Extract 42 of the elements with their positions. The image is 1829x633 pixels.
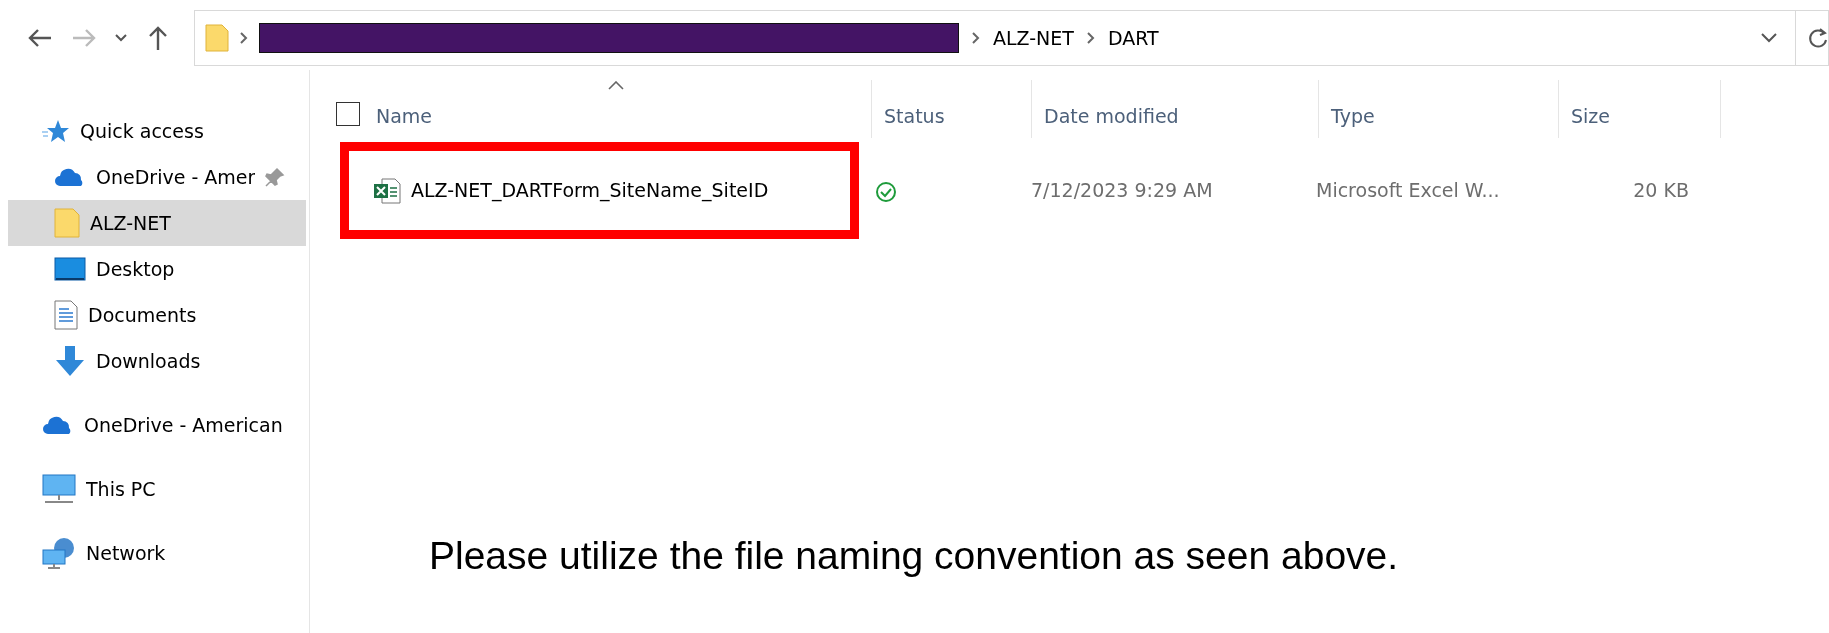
breadcrumb[interactable]: DART [1107,23,1159,53]
chevron-down-icon[interactable] [115,34,127,42]
folder-icon [205,24,229,52]
sidebar-item[interactable]: Network [8,530,306,576]
computer-icon [42,474,76,504]
address-bar[interactable]: ALZ-NET DART [194,10,1829,66]
sidebar-item[interactable]: OneDrive - American [8,402,306,448]
star-icon [42,118,70,144]
file-name[interactable]: ALZ-NET_DARTForm_SiteName_SiteID [411,176,769,205]
column-header[interactable]: Status [872,80,1032,138]
monitor-icon [54,256,86,282]
column-header[interactable]: Name [360,80,872,138]
folder-icon [54,208,80,238]
column-header[interactable]: Type [1319,80,1559,138]
sidebar-item[interactable]: Documents [8,292,306,338]
chevron-icon [1085,31,1096,45]
back-icon[interactable] [27,28,53,48]
column-header[interactable]: Size [1559,80,1721,138]
table-cell-text: Microsoft Excel W... [1315,178,1501,204]
sidebar-item[interactable]: Desktop [8,246,306,292]
sidebar-item[interactable]: This PC [8,466,306,512]
sort-caret-icon [607,81,624,90]
sidebar-item[interactable]: Quick access [8,108,306,154]
document-icon [54,300,78,330]
table-cell-text: 20 KB [1632,178,1689,204]
chevron-icon [239,31,249,45]
column-header[interactable]: Date modified [1032,80,1319,138]
table-cell-text: 7/12/2023 9:29 AM [1030,178,1214,204]
spreadsheet-icon [373,176,401,205]
dropdown-icon[interactable] [1761,33,1777,43]
chevron-icon [971,31,981,45]
select-all-checkbox[interactable] [336,102,360,126]
instruction-text: Please utilize the file naming convention as seen above. [428,533,1400,579]
up-arrow-icon[interactable] [148,25,168,51]
refresh-icon[interactable] [1808,27,1828,49]
pin-icon [265,167,286,187]
down-arrow-icon [54,345,86,377]
breadcrumb[interactable]: ALZ-NET [993,23,1074,53]
network-icon [42,537,76,569]
sidebar-item[interactable]: Downloads [8,338,306,384]
sidebar-item[interactable]: ALZ-NET [8,200,306,246]
sidebar-item[interactable]: OneDrive - Amer [8,154,306,200]
